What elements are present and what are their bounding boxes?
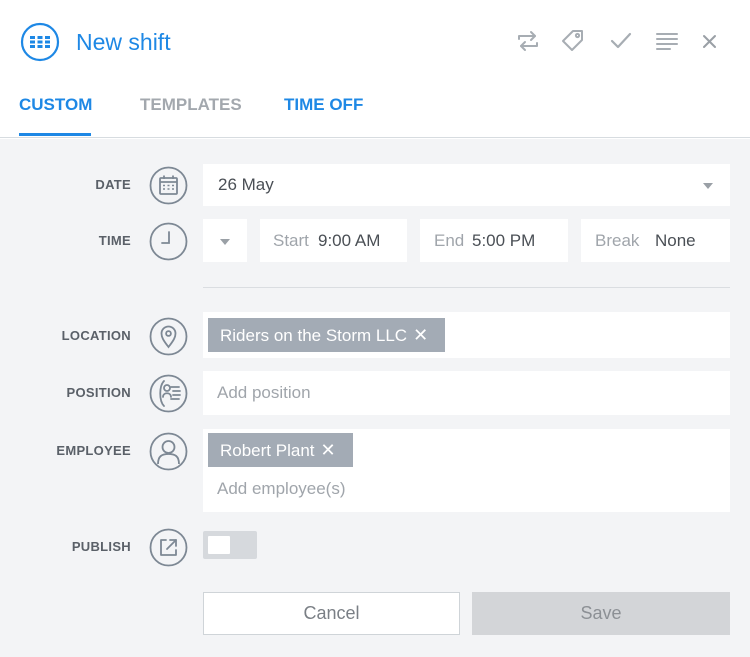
save-button[interactable]: Save	[472, 592, 730, 635]
break-placeholder: Break	[595, 231, 640, 250]
employee-input[interactable]: Robert Plant ✕ Add employee(s)	[203, 429, 730, 512]
publish-toggle[interactable]	[203, 531, 257, 559]
tab-custom[interactable]: CUSTOM	[19, 95, 92, 115]
time-label: TIME	[98, 233, 131, 248]
tab-templates[interactable]: TEMPLATES	[140, 95, 242, 115]
date-select[interactable]: 26 May	[203, 164, 730, 206]
employee-chip: Robert Plant ✕	[208, 433, 353, 467]
notes-icon[interactable]	[654, 28, 680, 54]
close-icon[interactable]	[697, 28, 723, 54]
date-value: 26 May	[218, 175, 274, 194]
tab-bar: CUSTOM TEMPLATES TIME OFF	[0, 84, 750, 138]
break-value: None	[655, 231, 696, 250]
location-chip-label: Riders on the Storm LLC	[220, 326, 408, 345]
section-divider	[203, 287, 730, 288]
repeat-icon[interactable]	[515, 28, 541, 54]
end-time-placeholder: End	[434, 231, 465, 250]
location-label: LOCATION	[61, 328, 131, 343]
date-label: DATE	[95, 177, 131, 192]
end-time-input[interactable]: End 5:00 PM	[420, 219, 568, 262]
position-input[interactable]: Add position	[203, 371, 730, 415]
break-input[interactable]: Break None	[581, 219, 730, 262]
remove-location-icon[interactable]: ✕	[413, 318, 428, 352]
end-time-value: 5:00 PM	[472, 231, 536, 250]
employee-placeholder: Add employee(s)	[217, 479, 346, 498]
shift-form: DATE 26 May TIME Start 9:00 AM End 5:00 …	[0, 139, 750, 657]
time-preset-select[interactable]	[203, 219, 247, 262]
location-input[interactable]: Riders on the Storm LLC ✕	[203, 312, 730, 358]
location-chip: Riders on the Storm LLC ✕	[208, 318, 445, 352]
dialog-title: New shift	[76, 29, 171, 55]
chevron-down-icon	[220, 239, 230, 245]
employee-chip-label: Robert Plant	[220, 441, 315, 460]
tab-time-off[interactable]: TIME OFF	[284, 95, 363, 115]
tag-icon[interactable]	[560, 28, 586, 54]
toggle-knob	[208, 536, 230, 554]
cancel-button[interactable]: Cancel	[203, 592, 460, 635]
start-time-value: 9:00 AM	[318, 231, 381, 250]
start-time-input[interactable]: Start 9:00 AM	[260, 219, 407, 262]
active-tab-indicator	[19, 133, 91, 136]
check-icon[interactable]	[608, 28, 634, 54]
shift-grid-icon	[20, 22, 60, 62]
position-placeholder: Add position	[217, 383, 311, 402]
position-icon	[149, 374, 188, 413]
publish-label: PUBLISH	[71, 539, 131, 554]
location-pin-icon	[149, 317, 188, 356]
position-label: POSITION	[66, 385, 131, 400]
dialog-header: New shift	[0, 0, 750, 84]
chevron-down-icon	[703, 183, 713, 189]
user-icon	[149, 432, 188, 471]
publish-icon	[149, 528, 188, 567]
employee-label: EMPLOYEE	[56, 443, 131, 458]
start-time-placeholder: Start	[273, 231, 309, 250]
remove-employee-icon[interactable]: ✕	[321, 433, 336, 467]
calendar-icon	[149, 166, 188, 205]
clock-icon	[149, 222, 188, 261]
